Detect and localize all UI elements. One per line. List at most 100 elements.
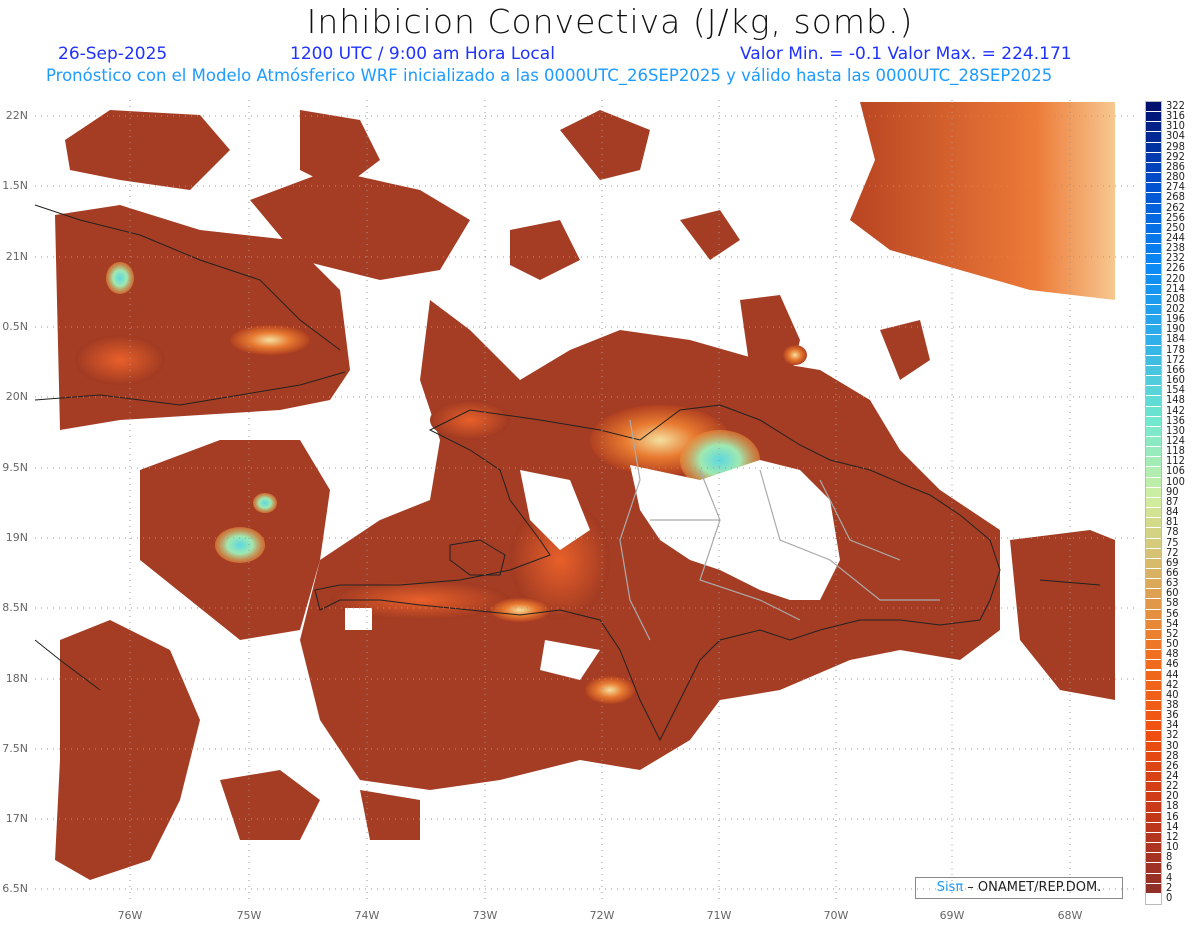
colorbar-swatch <box>1146 254 1161 265</box>
colorbar-swatch <box>1146 437 1161 448</box>
colorbar-swatch <box>1146 518 1161 529</box>
colorbar-swatch <box>1146 213 1161 224</box>
colorbar-swatch <box>1146 497 1161 509</box>
colorbar-label: 0 <box>1166 890 1173 904</box>
colorbar-swatch <box>1146 406 1161 417</box>
colorbar-swatch <box>1146 315 1161 326</box>
colorbar-swatch <box>1146 162 1161 174</box>
colorbar-swatch <box>1146 508 1161 519</box>
colorbar-swatch <box>1146 274 1161 285</box>
colorbar-swatch <box>1146 132 1161 143</box>
lon-label: 76W <box>117 909 143 922</box>
colorbar-swatch <box>1146 883 1161 894</box>
colorbar-swatch <box>1146 112 1161 123</box>
colorbar-swatch <box>1146 873 1161 884</box>
colorbar-swatch <box>1146 741 1161 752</box>
colorbar-swatch <box>1146 528 1161 539</box>
colorbar-swatch <box>1146 711 1161 722</box>
colorbar-swatch <box>1146 294 1161 306</box>
colorbar-swatch <box>1146 599 1161 610</box>
colorbar-swatch <box>1146 812 1161 823</box>
colorbar-swatch <box>1146 548 1161 559</box>
colorbar-swatch <box>1146 345 1161 356</box>
colorbar-swatch <box>1146 802 1161 813</box>
colorbar: 322 316 310 304 298 292 286 280 274 268 262 256 250 2… <box>1145 100 1185 905</box>
colorbar-swatch <box>1146 244 1161 255</box>
lon-label: 75W <box>236 909 262 922</box>
colorbar-swatch <box>1146 416 1161 427</box>
colorbar-swatch <box>1146 335 1161 346</box>
colorbar-swatch <box>1146 386 1161 397</box>
colorbar-swatch <box>1146 893 1161 904</box>
colorbar-swatch <box>1146 102 1161 113</box>
colorbar-swatch <box>1146 325 1161 336</box>
colorbar-swatch <box>1146 589 1161 600</box>
colorbar-swatch <box>1146 558 1161 569</box>
lon-label: 69W <box>939 909 965 922</box>
colorbar-swatch <box>1146 782 1161 793</box>
colorbar-swatch <box>1146 609 1161 620</box>
colorbar-swatch <box>1146 579 1161 590</box>
colorbar-swatch <box>1146 822 1161 833</box>
colorbar-swatch <box>1146 619 1161 630</box>
colorbar-swatch <box>1146 832 1161 844</box>
lat-label: 17N <box>5 812 28 825</box>
colorbar-swatch <box>1146 376 1161 387</box>
colorbar-swatch <box>1146 670 1161 681</box>
colorbar-swatch <box>1146 650 1161 661</box>
colorbar-swatch <box>1146 761 1161 772</box>
lat-label: 8.5N <box>2 601 28 614</box>
colorbar-swatch <box>1146 751 1161 762</box>
lat-label: 19N <box>5 531 28 544</box>
colorbar-swatch <box>1146 173 1161 184</box>
colorbar-swatch <box>1146 396 1161 407</box>
lon-label: 74W <box>354 909 380 922</box>
lat-label: 1.5N <box>2 179 28 192</box>
colorbar-swatch <box>1146 477 1161 488</box>
colorbar-swatch <box>1146 264 1161 275</box>
colorbar-swatch <box>1146 568 1161 580</box>
colorbar-swatch <box>1146 426 1161 437</box>
colorbar-swatch <box>1146 193 1161 204</box>
credit-text: – ONAMET/REP.DOM. <box>963 880 1102 895</box>
lat-label: 22N <box>5 109 28 122</box>
lon-label: 71W <box>706 909 732 922</box>
colorbar-swatch <box>1146 447 1161 458</box>
colorbar-swatch <box>1146 203 1161 214</box>
colorbar-swatch <box>1146 772 1161 783</box>
colorbar-swatch <box>1146 700 1161 712</box>
colorbar-swatch <box>1146 142 1161 153</box>
colorbar-swatch <box>1146 122 1161 133</box>
colorbar-swatch <box>1146 284 1161 295</box>
colorbar-swatch <box>1146 640 1161 651</box>
colorbar-swatch <box>1146 487 1161 498</box>
colorbar-swatch <box>1146 690 1161 701</box>
colorbar-swatch <box>1146 183 1161 194</box>
lon-label: 70W <box>823 909 849 922</box>
lat-label: 9.5N <box>2 461 28 474</box>
colorbar-swatch <box>1146 457 1161 468</box>
colorbar-swatch <box>1146 355 1161 366</box>
colorbar-swatch <box>1146 680 1161 691</box>
colorbar-swatch <box>1146 853 1161 864</box>
colorbar-swatch <box>1146 629 1161 641</box>
lat-label: 20N <box>5 390 28 403</box>
lon-label: 73W <box>472 909 498 922</box>
lat-label: 0.5N <box>2 320 28 333</box>
colorbar-swatch <box>1146 152 1161 163</box>
sispi-logo: Sisπ <box>936 880 964 895</box>
colorbar-swatch <box>1146 721 1161 732</box>
colorbar-swatch <box>1146 305 1161 316</box>
colorbar-swatch <box>1146 538 1161 549</box>
colorbar-swatch <box>1146 863 1161 874</box>
lon-label: 72W <box>589 909 615 922</box>
colorbar-swatch <box>1146 223 1161 234</box>
colorbar-swatch <box>1146 731 1161 742</box>
lat-label: 18N <box>5 672 28 685</box>
colorbar-swatch <box>1146 365 1161 377</box>
lat-label: 21N <box>5 250 28 263</box>
lon-label: 68W <box>1057 909 1083 922</box>
colorbar-swatch <box>1146 467 1161 478</box>
lat-label: 7.5N <box>2 742 28 755</box>
colorbar-swatch <box>1146 233 1161 245</box>
